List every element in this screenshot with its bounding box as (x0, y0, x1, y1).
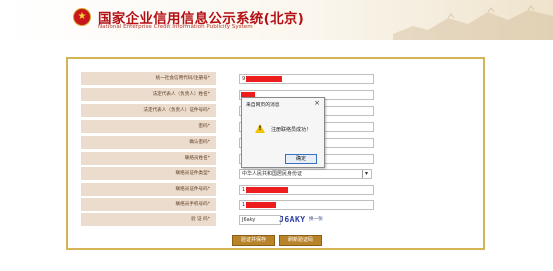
credit-code-label: 统一社会信用代码/注册号* (81, 72, 216, 85)
credit-code-input[interactable]: 9 (239, 74, 374, 84)
dialog-title: 来自网页的消息 (246, 103, 280, 108)
form-row-password: 密码* (81, 120, 385, 133)
site-header: ★ 国家企业信用信息公示系统(北京) National Enterprise C… (0, 0, 553, 40)
submit-button[interactable]: 验证并保存 (232, 235, 275, 246)
password-label: 密码* (81, 120, 216, 133)
refresh-captcha-button[interactable]: 刷新验证码 (279, 235, 322, 246)
dialog-ok-button[interactable]: 确定 (285, 154, 317, 164)
form-row-liaison-id-number: 联络员证件号码* 1 (81, 183, 385, 196)
liaison-id-type-select[interactable]: 中华人民共和国居民身份证 ▾ (239, 169, 372, 179)
form-row-liaison-id-type: 联络员证件类型* 中华人民共和国居民身份证 ▾ (81, 167, 385, 180)
form-row-confirm-password: 确认密码* (81, 136, 385, 149)
legal-rep-id-label: 法定代表人（负责人）证件号码* (81, 104, 216, 117)
great-wall-decoration (393, 5, 553, 40)
form-row-credit-code: 统一社会信用代码/注册号* 9 (81, 72, 385, 85)
captcha-input[interactable]: J6aky (239, 215, 281, 225)
liaison-phone-label: 联络员手机号码* (81, 198, 216, 211)
redacted-value (246, 187, 288, 193)
redacted-value (246, 202, 276, 208)
dialog-message: 注册联络员成功！ (271, 127, 312, 133)
form-row-captcha: 验 证 码* J6aky J6AKY 换一张 (81, 213, 385, 226)
site-subtitle: National Enterprise Credit Information P… (98, 24, 253, 30)
chevron-down-icon[interactable]: ▾ (362, 170, 370, 178)
redacted-value (246, 76, 282, 82)
warning-icon-mark: ! (258, 125, 262, 132)
captcha-refresh-link[interactable]: 换一张 (309, 213, 323, 226)
confirm-password-label: 确认密码* (81, 136, 216, 149)
liaison-phone-input[interactable]: 1 (239, 200, 374, 210)
captcha-image[interactable]: J6AKY (279, 213, 306, 226)
form-row-liaison-phone: 联络员手机号码* 1 (81, 198, 385, 211)
liaison-id-type-label: 联络员证件类型* (81, 167, 216, 180)
legal-rep-name-label: 法定代表人（负责人）姓名* (81, 88, 216, 101)
captcha-label: 验 证 码* (81, 213, 216, 226)
national-emblem-icon: ★ (73, 8, 91, 26)
liaison-name-label: 联络员姓名* (81, 152, 216, 165)
liaison-id-number-input[interactable]: 1 (239, 185, 374, 195)
form-row-liaison-name: 联络员姓名* (81, 152, 385, 165)
form-row-legal-rep-id: 法定代表人（负责人）证件号码* (81, 104, 385, 117)
form-row-legal-rep-name: 法定代表人（负责人）姓名* (81, 88, 385, 101)
close-icon[interactable]: × (314, 99, 320, 107)
message-dialog: 来自网页的消息 × ! 注册联络员成功！ 确定 (241, 97, 325, 168)
liaison-id-number-label: 联络员证件号码* (81, 183, 216, 196)
